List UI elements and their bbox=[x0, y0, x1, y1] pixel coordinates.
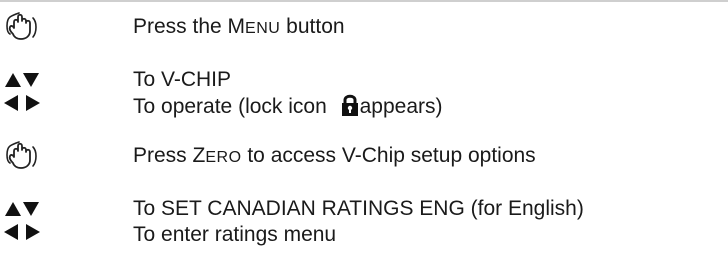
left-right-arrows-icon bbox=[4, 224, 40, 240]
step-3-line-1: Press ZERO to access V-Chip setup option… bbox=[133, 144, 536, 167]
up-down-arrows-icon bbox=[5, 73, 39, 87]
lock-icon bbox=[341, 94, 358, 116]
step-2-line-1: To V-CHIP bbox=[133, 68, 232, 91]
up-down-arrows-icon bbox=[5, 202, 39, 216]
press-hand-icon bbox=[0, 141, 44, 171]
press-hand-icon bbox=[0, 12, 44, 42]
step-1-text: Press the MENU button bbox=[133, 14, 345, 40]
step-2-line-2: To operate (lock icon appears) bbox=[133, 94, 443, 118]
arrow-keys-icon bbox=[0, 72, 44, 112]
step-2-text: To V-CHIP To operate (lock icon appears) bbox=[133, 67, 443, 119]
step-3-text: Press ZERO to access V-Chip setup option… bbox=[133, 143, 536, 169]
step-4-text: To SET CANADIAN RATINGS ENG (for English… bbox=[133, 196, 584, 248]
top-rule bbox=[0, 0, 728, 2]
step-4-line-2: To enter ratings menu bbox=[133, 223, 337, 246]
left-right-arrows-icon bbox=[4, 95, 40, 111]
step-4-line-1: To SET CANADIAN RATINGS ENG (for English… bbox=[133, 197, 584, 220]
step-1-line-1: Press the MENU button bbox=[133, 15, 345, 38]
arrow-keys-icon bbox=[0, 201, 44, 241]
